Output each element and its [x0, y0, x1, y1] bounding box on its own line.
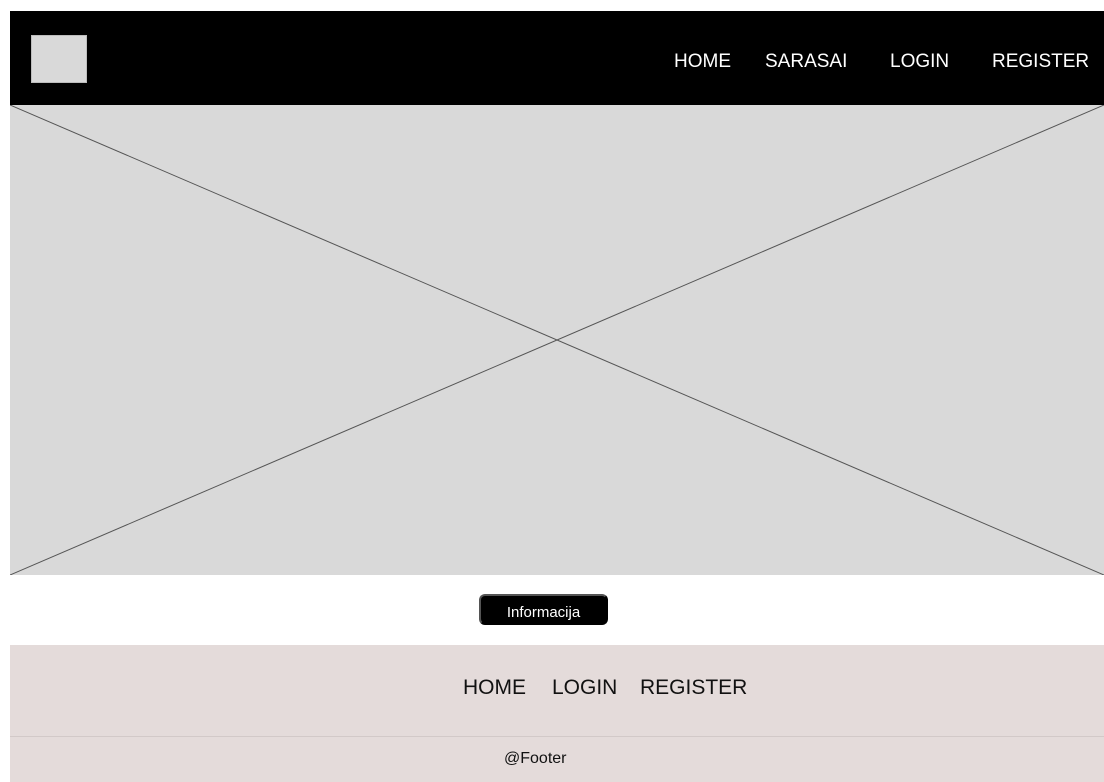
footer-divider [10, 736, 1104, 737]
footer-copyright: @Footer [504, 750, 567, 767]
footer-login-link[interactable]: LOGIN [552, 676, 617, 700]
informacija-button[interactable]: Informacija [479, 594, 608, 625]
top-navigation-bar: HOME SARASAI LOGIN REGISTER [10, 11, 1104, 105]
nav-login-link[interactable]: LOGIN [890, 50, 949, 74]
footer-home-link[interactable]: HOME [463, 676, 526, 700]
nav-home-link[interactable]: HOME [674, 50, 731, 74]
footer: HOME LOGIN REGISTER @Footer [10, 645, 1104, 782]
nav-register-link[interactable]: REGISTER [992, 50, 1089, 74]
footer-register-link[interactable]: REGISTER [640, 676, 747, 700]
logo-placeholder[interactable] [31, 35, 87, 83]
hero-image-placeholder [10, 105, 1104, 575]
page: HOME SARASAI LOGIN REGISTER Informacija … [10, 11, 1104, 782]
placeholder-cross-icon [10, 105, 1104, 575]
nav-sarasai-link[interactable]: SARASAI [765, 50, 847, 74]
